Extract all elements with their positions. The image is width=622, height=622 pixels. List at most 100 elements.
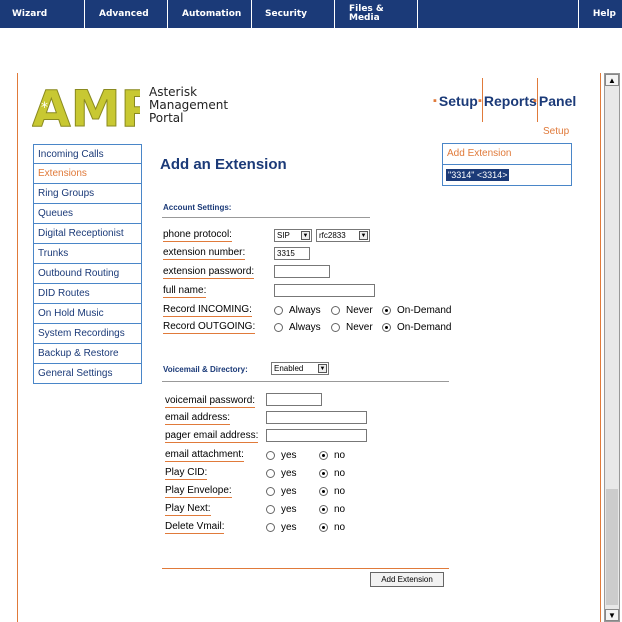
account-settings-heading: Account Settings: — [163, 203, 232, 212]
nav-files-media-label-2: Media — [349, 13, 380, 23]
amp-logo-text: AMP — [32, 82, 140, 130]
play-next-label: Play Next: — [165, 503, 211, 516]
dtmf-mode-select[interactable]: rfc2833 ▼ — [316, 229, 370, 242]
extension-password-field[interactable] — [274, 265, 330, 278]
record-outgoing-always-radio[interactable] — [274, 323, 283, 332]
voicemail-status-select[interactable]: Enabled ▼ — [271, 362, 329, 375]
sidebar-item-system-recordings[interactable]: System Recordings — [33, 324, 142, 344]
play-envelope-label: Play Envelope: — [165, 485, 232, 498]
play-next-no-label: no — [334, 504, 346, 515]
vertical-scrollbar[interactable]: ▲ ▼ — [604, 73, 620, 622]
sidebar-item-on-hold-music[interactable]: On Hold Music — [33, 304, 142, 324]
top-link-reports[interactable]: ▪ Reports — [478, 80, 537, 122]
nav-wizard[interactable]: Wizard — [0, 0, 85, 28]
sidebar-item-incoming-calls[interactable]: Incoming Calls — [33, 144, 142, 164]
record-outgoing-label: Record OUTGOING: — [163, 321, 256, 334]
play-envelope-no-label: no — [334, 486, 346, 497]
nav-security-label: Security — [265, 9, 308, 19]
delete-vmail-yes-label: yes — [281, 522, 297, 533]
nav-automation[interactable]: Automation — [168, 0, 252, 28]
voicemail-password-field[interactable] — [266, 393, 322, 406]
scrollbar-thumb[interactable] — [606, 489, 618, 605]
sidebar-item-backup-restore[interactable]: Backup & Restore — [33, 344, 142, 364]
email-attachment-no-label: no — [334, 450, 346, 461]
record-outgoing-ondemand-radio[interactable] — [382, 323, 391, 332]
divider — [162, 568, 449, 569]
phone-protocol-label: phone protocol: — [163, 229, 232, 242]
scroll-down-icon[interactable]: ▼ — [605, 609, 619, 621]
phone-protocol-select[interactable]: SIP ▼ — [274, 229, 312, 242]
nav-advanced[interactable]: Advanced — [85, 0, 168, 28]
play-envelope-yes-label: yes — [281, 486, 297, 497]
nav-advanced-label: Advanced — [99, 9, 149, 19]
delete-vmail-no-radio[interactable] — [319, 523, 328, 532]
sidebar-item-digital-receptionist[interactable]: Digital Receptionist — [33, 224, 142, 244]
email-address-label: email address: — [165, 412, 231, 425]
extension-list-box: Add Extension "3314" <3314> — [442, 143, 572, 186]
pager-email-label: pager email address: — [165, 430, 259, 443]
record-incoming-ondemand-radio[interactable] — [382, 306, 391, 315]
phone-protocol-value: SIP — [277, 231, 290, 240]
sidebar-item-ring-groups[interactable]: Ring Groups — [33, 184, 142, 204]
play-cid-yes-radio[interactable] — [266, 469, 275, 478]
voicemail-status-value: Enabled — [274, 364, 304, 373]
bullet-icon: ▪ — [533, 95, 537, 107]
delete-vmail-yes-radio[interactable] — [266, 523, 275, 532]
sidebar-item-extensions[interactable]: Extensions — [33, 164, 142, 184]
play-cid-label: Play CID: — [165, 467, 208, 480]
sidebar-item-queues[interactable]: Queues — [33, 204, 142, 224]
scroll-up-icon[interactable]: ▲ — [605, 74, 619, 86]
play-cid-yes-label: yes — [281, 468, 297, 479]
divider — [162, 381, 449, 382]
chevron-down-icon: ▼ — [301, 231, 310, 240]
chevron-down-icon: ▼ — [359, 231, 368, 240]
voicemail-heading: Voicemail & Directory: — [163, 365, 248, 374]
top-link-panel[interactable]: ▪ Panel — [533, 80, 576, 122]
play-next-no-radio[interactable] — [319, 505, 328, 514]
nav-automation-label: Automation — [182, 9, 242, 19]
extension-list-item[interactable]: "3314" <3314> — [446, 169, 510, 181]
play-cid-no-label: no — [334, 468, 346, 479]
email-address-field[interactable] — [266, 411, 367, 424]
email-attachment-no-radio[interactable] — [319, 451, 328, 460]
pager-email-field[interactable] — [266, 429, 367, 442]
record-outgoing-always-label: Always — [289, 322, 321, 333]
play-next-yes-label: yes — [281, 504, 297, 515]
record-outgoing-never-radio[interactable] — [331, 323, 340, 332]
extension-number-label: extension number: — [163, 247, 246, 260]
divider — [162, 217, 370, 218]
dtmf-mode-value: rfc2833 — [319, 231, 346, 240]
nav-security[interactable]: Security — [252, 0, 335, 28]
sidebar-item-general-settings[interactable]: General Settings — [33, 364, 142, 384]
extension-number-field[interactable]: 3315 — [274, 247, 310, 260]
full-name-label: full name: — [163, 285, 207, 298]
nav-files-media[interactable]: Files & Media — [335, 0, 418, 28]
delete-vmail-label: Delete Vmail: — [165, 521, 225, 534]
current-section-label: Setup — [543, 126, 570, 137]
record-incoming-always-radio[interactable] — [274, 306, 283, 315]
top-link-setup[interactable]: ▪ Setup — [433, 80, 478, 122]
top-link-reports-label: Reports — [483, 93, 537, 109]
add-extension-button[interactable]: Add Extension — [370, 572, 444, 587]
play-envelope-no-radio[interactable] — [319, 487, 328, 496]
record-incoming-never-radio[interactable] — [331, 306, 340, 315]
play-envelope-yes-radio[interactable] — [266, 487, 275, 496]
email-attachment-yes-label: yes — [281, 450, 297, 461]
nav-wizard-label: Wizard — [12, 9, 48, 19]
sidebar-item-trunks[interactable]: Trunks — [33, 244, 142, 264]
record-incoming-label: Record INCOMING: — [163, 304, 252, 317]
extension-password-label: extension password: — [163, 266, 255, 279]
nav-help[interactable]: Help — [578, 0, 622, 28]
full-name-field[interactable] — [274, 284, 375, 297]
chevron-down-icon: ▼ — [318, 364, 327, 373]
voicemail-password-label: voicemail password: — [165, 395, 256, 408]
play-next-yes-radio[interactable] — [266, 505, 275, 514]
sidebar-item-outbound-routing[interactable]: Outbound Routing — [33, 264, 142, 284]
sidebar-item-did-routes[interactable]: DID Routes — [33, 284, 142, 304]
add-extension-link[interactable]: Add Extension — [443, 144, 571, 165]
play-cid-no-radio[interactable] — [319, 469, 328, 478]
record-incoming-ondemand-label: On-Demand — [397, 305, 452, 316]
top-nav-bar: Wizard Advanced Automation Security File… — [0, 0, 622, 29]
email-attachment-yes-radio[interactable] — [266, 451, 275, 460]
nav-spacer — [418, 0, 578, 28]
